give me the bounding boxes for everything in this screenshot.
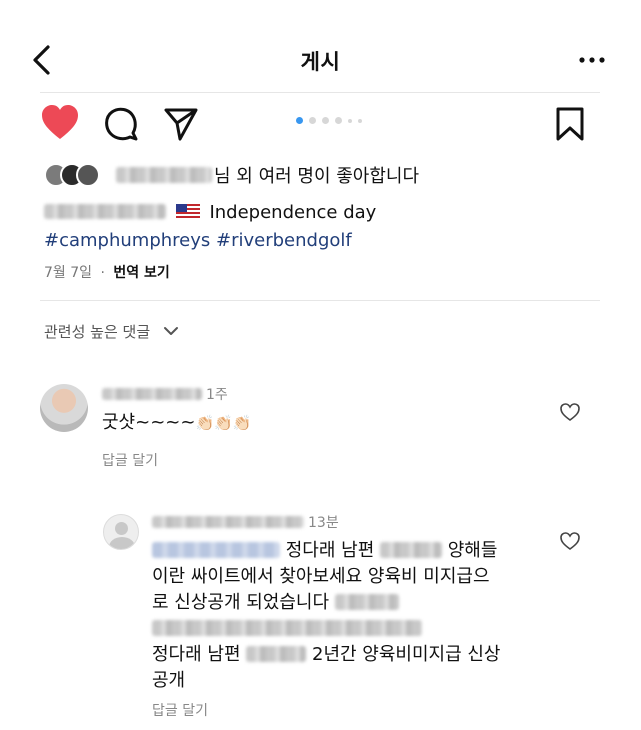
comment-text: 정다래 남편 양해들 이란 싸이트에서 찾아보세요 양육비 미지급으 로 신상공… xyxy=(152,538,552,694)
author-username-redacted xyxy=(44,204,166,219)
carousel-indicator xyxy=(296,117,362,124)
hashtags: #camphumphreys #riverbendgolf xyxy=(44,230,352,251)
send-icon[interactable] xyxy=(163,106,199,142)
hashtag-link[interactable]: #camphumphreys xyxy=(44,230,210,251)
comment-time: 1주 xyxy=(206,387,228,403)
carousel-dot xyxy=(335,117,342,124)
carousel-dot xyxy=(348,118,352,123)
caption-text: Independence day xyxy=(209,202,377,223)
comments-sort-dropdown[interactable]: 관련성 높은 댓글 xyxy=(44,321,179,342)
mentioned-username-redacted[interactable] xyxy=(152,542,280,558)
comment-line-text: 정다래 남편 xyxy=(285,540,375,561)
comment-line: 정다래 남편 2년간 양육비미지급 신상 xyxy=(152,642,552,668)
comment-line xyxy=(152,616,552,642)
avatar[interactable] xyxy=(40,384,88,432)
comment-header: 1주 xyxy=(102,384,228,404)
meta-separator: · xyxy=(100,265,105,281)
redacted-text xyxy=(246,646,307,662)
comment-header: 13분 xyxy=(152,512,339,532)
commenter-username-redacted[interactable] xyxy=(152,516,304,528)
comment-line: 로 신상공개 되었습니다 xyxy=(152,590,552,616)
us-flag-icon xyxy=(175,204,200,219)
comment-icon[interactable] xyxy=(103,106,139,142)
liker-avatars xyxy=(44,163,100,187)
liker-username-redacted xyxy=(116,167,212,183)
commenter-username-redacted[interactable] xyxy=(102,388,202,400)
comment-body: 굿샷~~~~ xyxy=(102,412,196,433)
caption: Independence day xyxy=(44,200,376,226)
heart-outline-icon[interactable] xyxy=(559,531,581,551)
comment-line-text: 로 신상공개 되었습니다 xyxy=(152,592,330,613)
reply-button[interactable]: 답글 달기 xyxy=(102,450,158,470)
divider xyxy=(40,300,600,301)
carousel-dot xyxy=(322,117,329,124)
comment-line: 공개 xyxy=(152,670,186,691)
comment-item: 1주 굿샷~~~~👏🏻👏🏻👏🏻 답글 달기 xyxy=(0,380,641,480)
post-meta: 7월 7일 · 번역 보기 xyxy=(44,262,170,282)
comments-sort-label: 관련성 높은 댓글 xyxy=(44,323,151,341)
default-avatar-icon[interactable] xyxy=(103,514,139,550)
carousel-dot xyxy=(296,117,303,124)
redacted-text xyxy=(334,594,399,610)
comment-line-text: 정다래 남편 xyxy=(152,644,241,665)
carousel-dot xyxy=(309,117,316,124)
comment-line: 정다래 남편 양해들 xyxy=(152,538,552,564)
page-title: 게시 xyxy=(300,50,341,74)
comment-text: 굿샷~~~~👏🏻👏🏻👏🏻 xyxy=(102,410,251,436)
reply-button[interactable]: 답글 달기 xyxy=(152,700,208,720)
hashtag-link[interactable]: #riverbendgolf xyxy=(216,230,352,251)
translate-link[interactable]: 번역 보기 xyxy=(113,265,169,281)
comment-line-text: 양해들 xyxy=(447,540,498,561)
comment-line: 이란 싸이트에서 찾아보세요 양육비 미지급으 xyxy=(152,566,490,587)
chevron-down-icon xyxy=(163,327,178,335)
reply-comment-item: 13분 정다래 남편 양해들 이란 싸이트에서 찾아보세요 양육비 미지급으 로… xyxy=(0,510,641,725)
bookmark-icon[interactable] xyxy=(555,106,585,142)
likes-summary[interactable]: 님 외 여러 명이 좋아합니다 xyxy=(44,160,419,190)
divider xyxy=(40,92,600,93)
heart-filled-icon[interactable] xyxy=(40,104,80,142)
top-bar: 게시 xyxy=(0,0,641,92)
avatar xyxy=(76,163,100,187)
likes-text: 님 외 여러 명이 좋아합니다 xyxy=(214,166,420,187)
clapping-emoji: 👏🏻👏🏻👏🏻 xyxy=(195,414,252,432)
carousel-dot xyxy=(358,118,362,123)
comment-line-text: 2년간 양육비미지급 신상 xyxy=(312,644,501,665)
redacted-text xyxy=(152,620,422,636)
post-date: 7월 7일 xyxy=(44,265,93,281)
more-horizontal-icon[interactable] xyxy=(577,48,607,72)
redacted-text xyxy=(380,542,442,558)
heart-outline-icon[interactable] xyxy=(559,402,581,422)
comment-time: 13분 xyxy=(308,515,339,531)
action-bar xyxy=(0,104,641,144)
